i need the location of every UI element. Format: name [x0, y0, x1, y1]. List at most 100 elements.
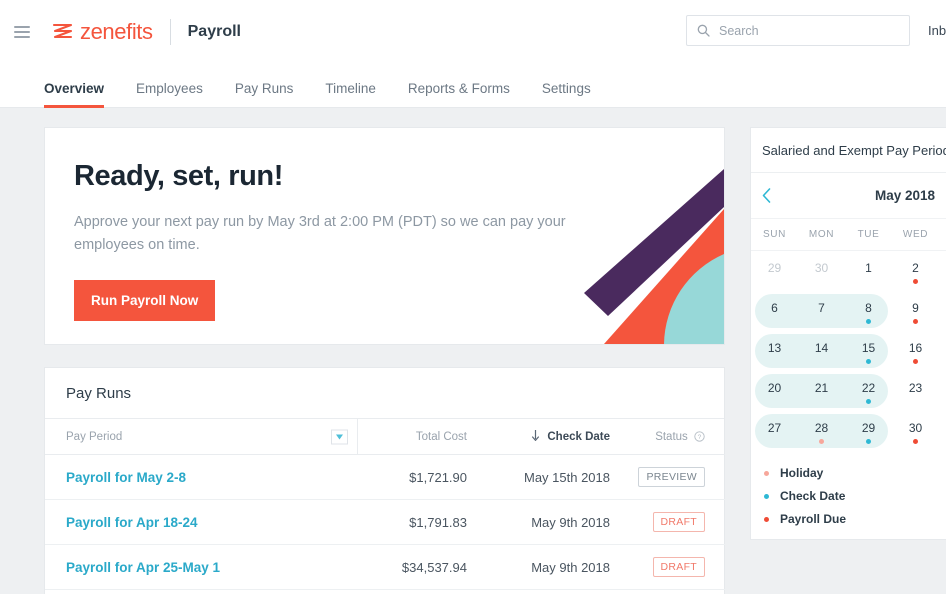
check-date-cell: May 9th 2018 [487, 499, 627, 545]
calendar-day-1[interactable]: 1 [845, 251, 892, 291]
no-event-dot [772, 319, 777, 324]
main-column: Ready, set, run! Approve your next pay r… [44, 127, 725, 594]
calendar-legend: Holiday Check Date Payroll Due [751, 455, 946, 539]
calendar-day-number: 21 [814, 380, 829, 395]
due-dot-icon [913, 438, 918, 444]
check-date-cell: May 15th 2018 [487, 454, 627, 500]
calendar-day-23[interactable]: 23 [892, 371, 939, 411]
tab-employees[interactable]: Employees [136, 81, 203, 107]
table-row[interactable]: Payroll for May 2-8 $1,721.90 May 15th 2… [45, 454, 725, 500]
run-payroll-now-button[interactable]: Run Payroll Now [74, 279, 216, 321]
hamburger-icon[interactable] [14, 25, 30, 38]
column-header-total-cost[interactable]: Total Cost [357, 419, 487, 455]
calendar-day-number: 29 [861, 420, 876, 435]
pay-period-link[interactable]: Payroll for Apr 18-24 [45, 499, 357, 545]
tab-timeline[interactable]: Timeline [325, 81, 376, 107]
search-input[interactable] [719, 23, 889, 38]
calendar-week-row: 20 21 22 23 [751, 371, 946, 411]
tab-reports-forms[interactable]: Reports & Forms [408, 81, 510, 107]
legend-label: Holiday [780, 466, 824, 480]
calendar-day-number: 23 [908, 380, 923, 395]
pay-period-link[interactable]: Payroll for Apr 25-May 1 [45, 544, 357, 590]
calendar-day-6[interactable]: 6 [751, 291, 798, 331]
legend-item-holiday: Holiday [764, 466, 946, 480]
day-header-sun: SUN [763, 229, 786, 240]
pay-runs-table: Pay Period Total Cost Check Date Status … [45, 419, 725, 594]
calendar-day-30[interactable]: 30 [892, 411, 939, 451]
calendar-day-number: 20 [767, 380, 782, 395]
legend-item-check-date: Check Date [764, 489, 946, 503]
no-event-dot [819, 399, 824, 404]
sidebar-column: Salaried and Exempt Pay Periods May 2018… [750, 127, 946, 594]
calendar-day-28[interactable]: 28 [798, 411, 845, 451]
calendar-day-21[interactable]: 21 [798, 371, 845, 411]
calendar-nav: May 2018 [751, 173, 946, 218]
calendar-day-13[interactable]: 13 [751, 331, 798, 371]
payroll-due-dot-icon [764, 516, 769, 522]
calendar-day-2[interactable]: 2 [892, 251, 939, 291]
calendar-day-9[interactable]: 9 [892, 291, 939, 331]
sort-descending-arrow-icon [532, 430, 540, 441]
column-header-check-date[interactable]: Check Date [487, 419, 627, 455]
column-header-status[interactable]: Status ? [627, 419, 725, 455]
column-header-pay-period[interactable]: Pay Period [45, 419, 358, 455]
due-dot-icon [913, 278, 918, 284]
column-header-pay-period-label: Pay Period [66, 430, 123, 443]
calendar-day-30[interactable]: 30 [798, 251, 845, 291]
calendar-day-29[interactable]: 29 [751, 251, 798, 291]
calendar-prev-month-button[interactable] [762, 188, 771, 203]
no-event-dot [913, 399, 918, 404]
column-header-total-cost-label: Total Cost [415, 430, 467, 443]
calendar-day-number: 6 [771, 300, 778, 315]
calendar-day-22[interactable]: 22 [845, 371, 892, 411]
status-badge: PREVIEW [638, 467, 705, 487]
no-event-dot [819, 319, 824, 324]
calendar-month-label: May 2018 [874, 188, 935, 203]
check-dot-icon [866, 438, 871, 444]
calendar-day-8[interactable]: 8 [845, 291, 892, 331]
zenefits-logo-icon [52, 23, 73, 38]
column-header-check-date-label: Check Date [547, 431, 610, 443]
calendar-week-row: 13 14 15 16 [751, 331, 946, 371]
calendar-day-20[interactable]: 20 [751, 371, 798, 411]
calendar-day-number: 30 [814, 260, 829, 275]
table-row[interactable]: Payroll for Apr 25-May 1 $34,537.94 May … [45, 544, 725, 590]
info-circle-icon[interactable]: ? [694, 430, 705, 442]
check-dot-icon [866, 398, 871, 404]
search-box[interactable] [686, 15, 910, 46]
pay-runs-table-body: Payroll for May 2-8 $1,721.90 May 15th 2… [45, 454, 725, 594]
no-event-dot [819, 279, 824, 284]
logo-text: zenefits [80, 18, 153, 44]
calendar-day-14[interactable]: 14 [798, 331, 845, 371]
calendar-day-number: 29 [767, 260, 782, 275]
no-event-dot [772, 399, 777, 404]
search-icon [697, 24, 710, 37]
calendar-day-16[interactable]: 16 [892, 331, 939, 371]
calendar-day-29[interactable]: 29 [845, 411, 892, 451]
pay-period-filter-button[interactable] [330, 429, 348, 444]
tab-overview[interactable]: Overview [44, 81, 105, 108]
status-cell: DRAFT [627, 544, 725, 590]
page-body: Ready, set, run! Approve your next pay r… [0, 108, 946, 594]
legend-label: Check Date [780, 489, 846, 503]
no-event-dot [866, 279, 871, 284]
tab-settings[interactable]: Settings [542, 81, 591, 107]
brand-logo[interactable]: zenefits [52, 19, 153, 45]
status-badge: DRAFT [652, 512, 705, 532]
inbox-link[interactable]: Inb [928, 23, 946, 38]
calendar-title: Salaried and Exempt Pay Periods [751, 128, 946, 173]
calendar-day-7[interactable]: 7 [798, 291, 845, 331]
calendar-week-row: 27 28 29 30 [751, 411, 946, 451]
status-cell: DRAFT [627, 589, 725, 594]
pay-period-link[interactable]: Payroll for May 2-8 [45, 454, 357, 500]
pay-periods-calendar: Salaried and Exempt Pay Periods May 2018… [750, 127, 946, 540]
table-row[interactable]: Payroll for Apr 18-24 $1,791.83 May 9th … [45, 499, 725, 545]
pay-period-link[interactable]: Payroll for Apr 25-May 1 [45, 589, 357, 594]
calendar-day-number: 14 [814, 340, 829, 355]
calendar-day-27[interactable]: 27 [751, 411, 798, 451]
due-dot-icon [913, 358, 918, 364]
calendar-day-15[interactable]: 15 [845, 331, 892, 371]
no-event-dot [819, 359, 824, 364]
table-row[interactable]: Payroll for Apr 25-May 1 $2,001.90 May 9… [45, 589, 725, 594]
tab-pay-runs[interactable]: Pay Runs [235, 81, 294, 107]
